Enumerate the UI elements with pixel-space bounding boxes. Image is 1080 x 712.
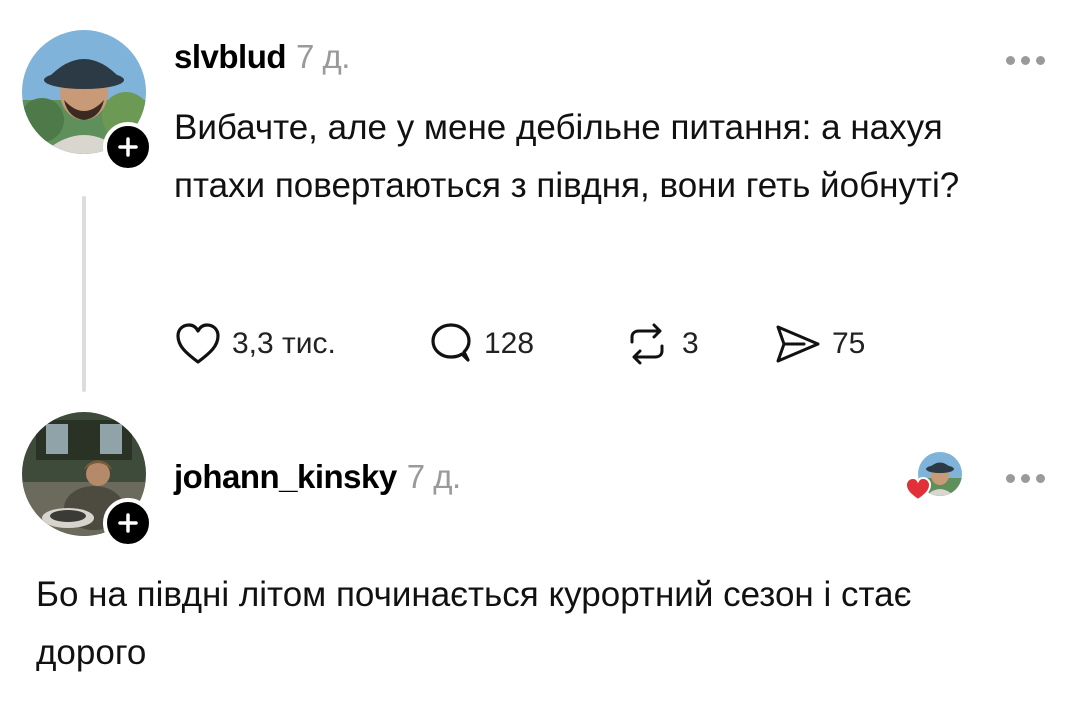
post-text: Вибачте, але у мене дебільне питання: а … [174,108,960,205]
reply-icon [431,323,471,362]
username-link[interactable]: slvblud [174,38,287,75]
share-icon [776,325,820,363]
more-options-button[interactable] [1006,56,1045,65]
reply-button[interactable]: 128 [428,322,534,366]
like-count: 3,3 тис. [232,327,336,360]
share-button[interactable]: 75 [774,322,865,366]
more-icon-dot [1021,474,1030,483]
like-button[interactable]: 3,3 тис. [174,322,336,366]
thread-line [82,196,86,392]
timestamp: 7 д. [296,38,350,75]
follow-button[interactable] [103,498,153,548]
reply-header: johann_kinsky 7 д. [174,458,461,496]
more-icon-dot [1036,474,1045,483]
follow-button[interactable] [103,122,153,172]
repost-icon [630,323,664,365]
share-count: 75 [832,327,866,360]
more-icon-dot [1021,56,1030,65]
plus-icon [118,137,138,157]
reply-text: Бо на півдні літом починається курортний… [36,575,912,672]
repost-button[interactable]: 3 [622,322,699,366]
more-options-button[interactable] [1006,474,1045,483]
reply-count: 128 [484,327,535,360]
repost-count: 3 [682,327,699,360]
plus-icon [118,513,138,533]
heart-icon [904,476,932,502]
more-icon [1006,56,1015,65]
liked-by-author-badge [904,452,964,502]
post-header: slvblud 7 д. [174,38,350,76]
timestamp: 7 д. [406,458,461,495]
more-icon-dot [1036,56,1045,65]
more-icon [1006,474,1015,483]
heart-icon [176,323,220,364]
username-link[interactable]: johann_kinsky [174,458,397,495]
